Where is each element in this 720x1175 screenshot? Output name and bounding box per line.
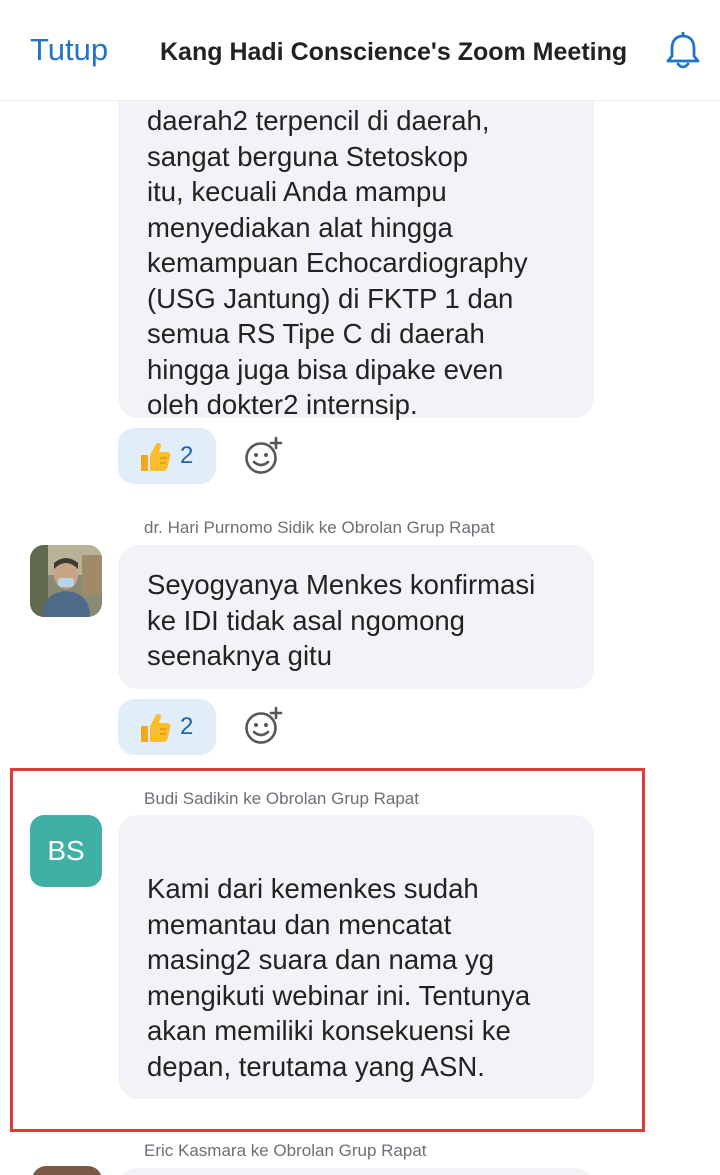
- avatar[interactable]: [30, 545, 102, 617]
- message-text: daerah2 terpencil di daerah, sangat berg…: [147, 105, 528, 420]
- avatar-photo-image: [30, 545, 102, 617]
- message-bubble[interactable]: Kami dari kemenkes sudah memantau dan me…: [118, 815, 594, 1099]
- add-reaction-icon[interactable]: [242, 434, 286, 478]
- meeting-title: Kang Hadi Conscience's Zoom Meeting: [160, 38, 628, 66]
- message-bubble[interactable]: Seyogyanya Menkes konfirmasi ke IDI tida…: [118, 545, 594, 689]
- top-bar: Tutup Kang Hadi Conscience's Zoom Meetin…: [0, 0, 720, 101]
- message-bubble[interactable]: daerah2 terpencil di daerah, sangat berg…: [118, 70, 594, 420]
- message-bubble[interactable]: [118, 1168, 594, 1175]
- zoom-chat-screen: daerah2 terpencil di daerah, sangat berg…: [0, 0, 720, 1175]
- thumbs-up-reaction[interactable]: 2: [118, 699, 216, 755]
- chat-message-list[interactable]: daerah2 terpencil di daerah, sangat berg…: [0, 0, 720, 1175]
- message-text: Kami dari kemenkes sudah memantau dan me…: [147, 873, 531, 1082]
- thumbs-up-reaction[interactable]: 2: [118, 428, 216, 484]
- reaction-count: 2: [180, 713, 194, 740]
- sender-name: dr. Hari Purnomo Sidik ke Obrolan Grup R…: [144, 518, 495, 537]
- reaction-count: 2: [180, 442, 194, 469]
- add-reaction-icon[interactable]: [242, 704, 286, 748]
- avatar[interactable]: BS: [30, 815, 102, 887]
- avatar[interactable]: [32, 1166, 102, 1175]
- bell-icon[interactable]: [664, 32, 702, 72]
- sender-name: Eric Kasmara ke Obrolan Grup Rapat: [144, 1141, 427, 1160]
- close-button[interactable]: Tutup: [30, 28, 108, 72]
- thumbs-up-icon: [141, 442, 171, 471]
- sender-name: Budi Sadikin ke Obrolan Grup Rapat: [144, 789, 419, 808]
- message-text: Seyogyanya Menkes konfirmasi ke IDI tida…: [147, 569, 536, 671]
- thumbs-up-icon: [141, 713, 171, 742]
